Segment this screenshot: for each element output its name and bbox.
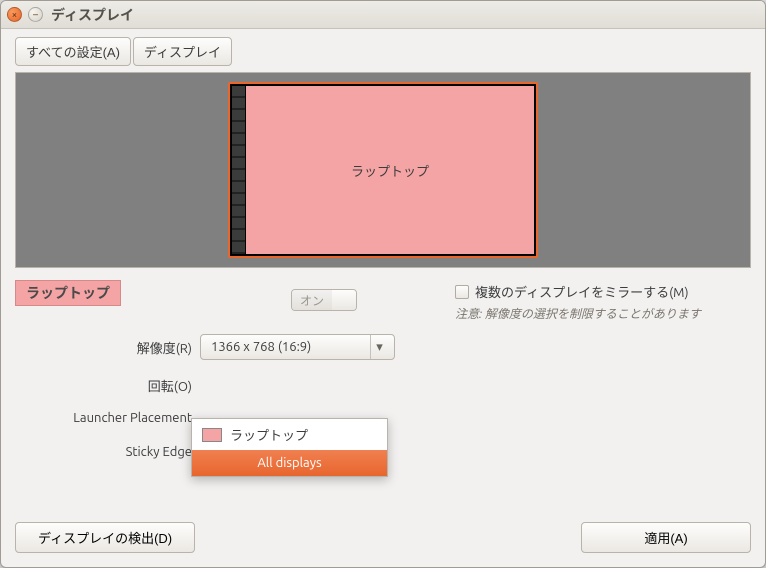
close-icon[interactable]: ×	[7, 7, 22, 22]
resolution-label: 解像度(R)	[15, 338, 200, 357]
popup-item-label: All displays	[257, 456, 321, 470]
mirror-checkbox[interactable]	[455, 285, 469, 299]
breadcrumb: すべての設定(A) ディスプレイ	[15, 37, 751, 66]
detect-displays-button[interactable]: ディスプレイの検出(D)	[15, 522, 195, 553]
toggle-on-label: オン	[292, 290, 332, 310]
selected-display-badge: ラップトップ	[15, 280, 121, 306]
breadcrumb-display[interactable]: ディスプレイ	[133, 37, 232, 66]
popup-item-label: ラップトップ	[230, 425, 308, 444]
toggle-handle	[332, 290, 356, 310]
titlebar: × – ディスプレイ	[1, 1, 765, 29]
minimize-icon[interactable]: –	[28, 7, 43, 22]
monitor-label: ラップトップ	[246, 86, 534, 254]
breadcrumb-all-settings[interactable]: すべての設定(A)	[15, 37, 131, 66]
mirror-label: 複数のディスプレイをミラーする(M)	[475, 282, 689, 301]
footer-row: ディスプレイの検出(D) 適用(A)	[15, 514, 751, 553]
resolution-combo[interactable]: 1366 x 768 (16:9) ▾	[200, 334, 395, 360]
launcher-placement-popup: ラップトップ All displays	[191, 418, 388, 477]
display-settings-window: × – ディスプレイ すべての設定(A) ディスプレイ ラップトップ ラップトッ…	[0, 0, 766, 568]
resolution-value: 1366 x 768 (16:9)	[211, 340, 311, 354]
popup-item-laptop[interactable]: ラップトップ	[192, 419, 387, 450]
display-preview-panel: ラップトップ	[15, 72, 751, 268]
popup-item-all-displays[interactable]: All displays	[192, 450, 387, 476]
rotation-label: 回転(O)	[15, 376, 200, 395]
sticky-edge-label: Sticky Edge	[15, 445, 200, 459]
launcher-placement-label: Launcher Placement	[15, 411, 200, 425]
apply-button[interactable]: 適用(A)	[581, 522, 751, 553]
mirror-displays-row[interactable]: 複数のディスプレイをミラーする(M)	[455, 282, 751, 301]
content-area: すべての設定(A) ディスプレイ ラップトップ ラップトップ オン 解像度(	[1, 29, 765, 567]
monitor-preview[interactable]: ラップトップ	[228, 82, 538, 258]
display-enable-toggle[interactable]: オン	[291, 289, 357, 311]
window-controls: × –	[7, 7, 43, 22]
launcher-strip-icon	[232, 86, 246, 254]
display-color-swatch-icon	[202, 428, 222, 442]
window-title: ディスプレイ	[51, 5, 134, 25]
chevron-down-icon: ▾	[370, 335, 388, 359]
mirror-note: 注意: 解像度の選択を制限することがあります	[455, 305, 751, 322]
config-right-column: 複数のディスプレイをミラーする(M) 注意: 解像度の選択を制限することがありま…	[455, 280, 751, 479]
